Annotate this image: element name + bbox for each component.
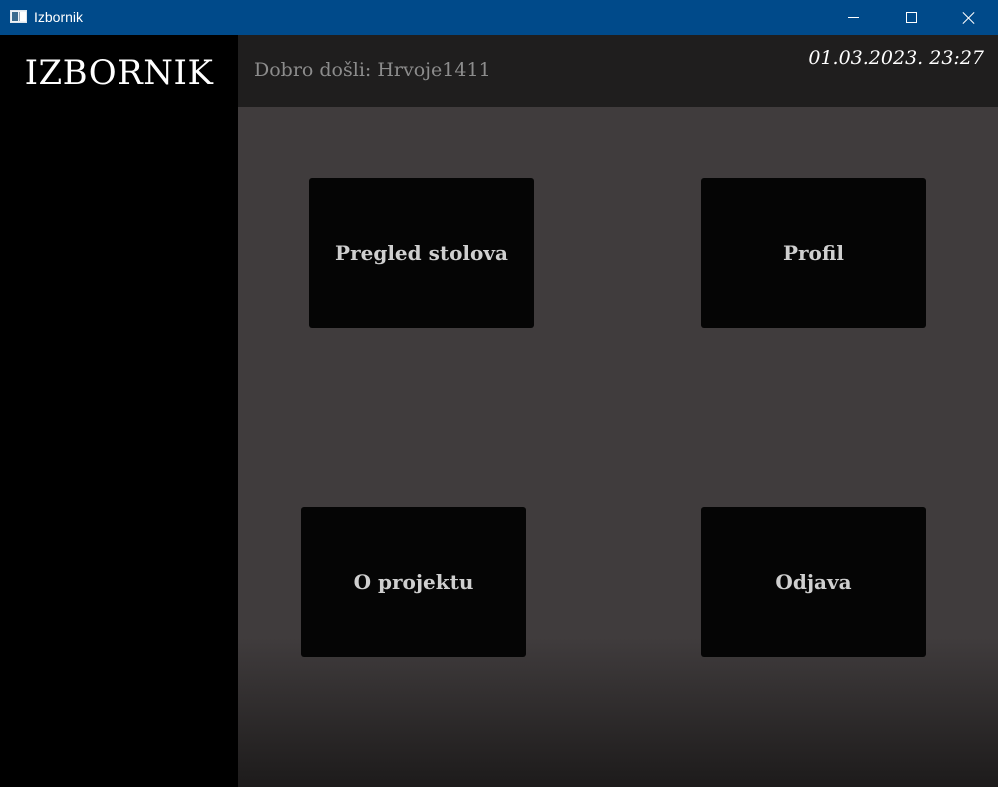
sidebar: IZBORNIK: [0, 35, 238, 787]
maximize-button[interactable]: [882, 0, 940, 35]
close-button[interactable]: [940, 0, 998, 35]
o-projektu-button[interactable]: O projektu: [301, 507, 526, 657]
window-title: Izbornik: [34, 9, 84, 25]
datetime-text: 01.03.2023. 23:27: [808, 47, 984, 69]
maximize-icon: [905, 12, 917, 23]
app-window-icon: [10, 10, 27, 23]
minimize-icon: [847, 17, 859, 18]
sidebar-title: IZBORNIK: [24, 53, 214, 93]
title-bar[interactable]: Izbornik: [0, 0, 998, 35]
close-icon: [962, 11, 976, 25]
welcome-text: Dobro došli: Hrvoje1411: [254, 59, 491, 81]
odjava-button[interactable]: Odjava: [701, 507, 926, 657]
header-bar: Dobro došli: Hrvoje1411 01.03.2023. 23:2…: [238, 35, 998, 107]
profil-button[interactable]: Profil: [701, 178, 926, 328]
menu-panel: Pregled stolova Profil O projektu Odjava: [238, 107, 998, 787]
minimize-button[interactable]: [824, 0, 882, 35]
pregled-stolova-button[interactable]: Pregled stolova: [309, 178, 534, 328]
app-window: Izbornik IZBORNIK Dobro došli: Hrvoje141…: [0, 0, 998, 787]
